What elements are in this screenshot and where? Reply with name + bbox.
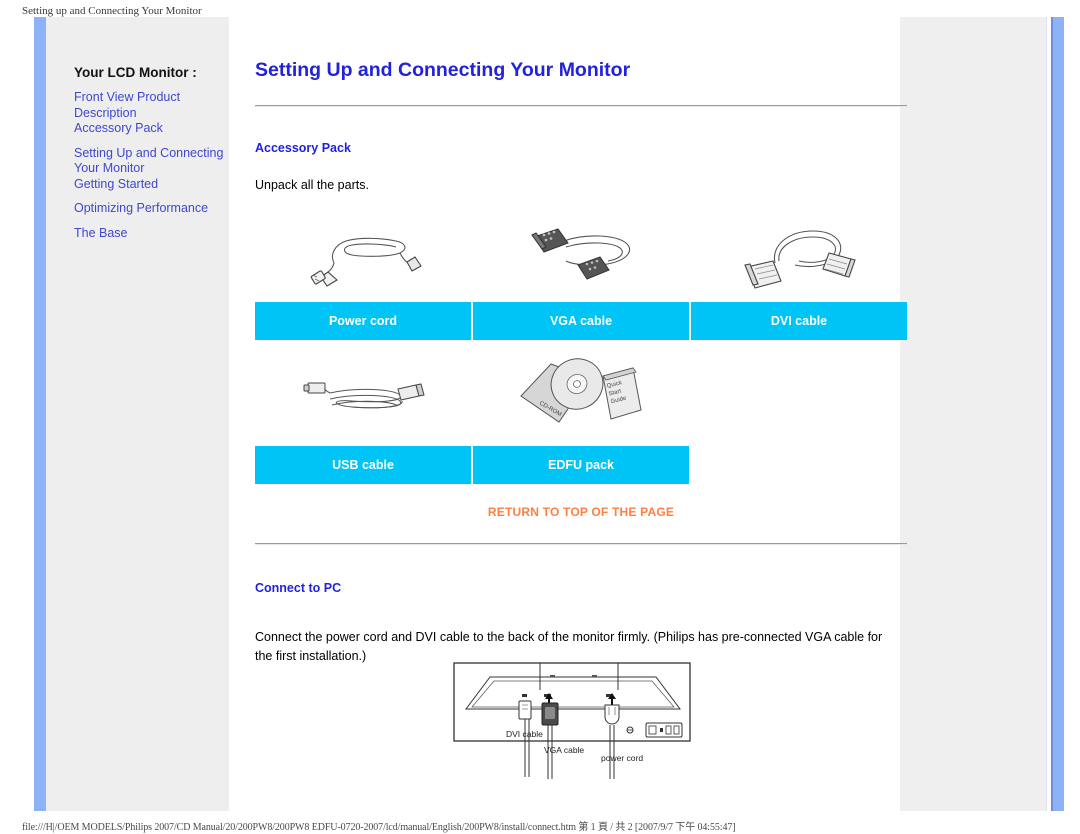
dvi-cable-image <box>690 207 907 302</box>
usb-cable-image <box>255 351 472 446</box>
print-footer: file:///H|/OEM MODELS/Philips 2007/CD Ma… <box>22 822 736 833</box>
accessory-label-usb-cable: USB cable <box>255 446 471 484</box>
right-panel <box>900 17 1047 811</box>
page-title: Setting Up and Connecting Your Monitor <box>255 59 631 82</box>
section-heading-connect-to-pc: Connect to PC <box>255 581 342 596</box>
monitor-back-diagram: DVI cable VGA cable power cord <box>444 657 704 817</box>
nav-group-1: Front View Product Description Accessory… <box>74 90 239 137</box>
left-accent-bar <box>34 17 46 811</box>
sidebar-item-setting-up-and-connecting[interactable]: Setting Up and Connecting <box>74 146 239 162</box>
sidebar-title: Your LCD Monitor : <box>74 65 197 80</box>
sidebar-item-optimizing-performance[interactable]: Optimizing Performance <box>74 201 239 217</box>
return-to-top-link[interactable]: RETURN TO TOP OF THE PAGE <box>255 505 907 519</box>
diagram-label-power: power cord <box>601 753 643 763</box>
nav-group-4: The Base <box>74 226 239 242</box>
sidebar-item-description[interactable]: Description <box>74 106 239 122</box>
diagram-label-dvi: DVI cable <box>506 729 543 739</box>
accessory-row-1: Power cord VGA cable DVI cable <box>255 207 907 340</box>
nav-group-3: Optimizing Performance <box>74 201 239 217</box>
accessory-row-2-images: CD-ROM Quick Start Guide <box>255 351 907 446</box>
print-header: Setting up and Connecting Your Monitor <box>22 5 202 17</box>
diagram-label-vga: VGA cable <box>544 745 584 755</box>
right-accent-bar <box>1051 17 1064 811</box>
sidebar-item-accessory-pack[interactable]: Accessory Pack <box>74 121 239 137</box>
accessory-row-1-labels: Power cord VGA cable DVI cable <box>255 302 907 340</box>
divider-top <box>255 105 907 107</box>
accessory-label-vga-cable: VGA cable <box>473 302 689 340</box>
sidebar-item-front-view-product[interactable]: Front View Product <box>74 90 239 106</box>
nav-group-2: Setting Up and Connecting Your Monitor G… <box>74 146 239 193</box>
vga-cable-image <box>472 207 689 302</box>
main-content: Setting Up and Connecting Your Monitor A… <box>229 17 907 811</box>
accessory-row-2-labels: USB cable EDFU pack <box>255 446 907 484</box>
accessory-row-1-images <box>255 207 907 302</box>
power-cord-image <box>255 207 472 302</box>
accessory-label-power-cord: Power cord <box>255 302 471 340</box>
sidebar-item-getting-started[interactable]: Getting Started <box>74 177 239 193</box>
sidebar-nav: Your LCD Monitor : Front View Product De… <box>74 65 239 250</box>
accessory-row-2: CD-ROM Quick Start Guide USB cable EDFU … <box>255 351 907 484</box>
sidebar-item-the-base[interactable]: The Base <box>74 226 239 242</box>
edfu-pack-image: CD-ROM Quick Start Guide <box>472 351 689 446</box>
section-heading-accessory-pack: Accessory Pack <box>255 141 351 156</box>
accessory-empty-cell <box>690 351 907 446</box>
sidebar-item-your-monitor[interactable]: Your Monitor <box>74 161 239 177</box>
accessory-label-edfu-pack: EDFU pack <box>473 446 689 484</box>
divider-middle <box>255 543 907 545</box>
document-page: Your LCD Monitor : Front View Product De… <box>26 17 1064 811</box>
accessory-intro-text: Unpack all the parts. <box>255 177 369 192</box>
accessory-label-dvi-cable: DVI cable <box>691 302 907 340</box>
